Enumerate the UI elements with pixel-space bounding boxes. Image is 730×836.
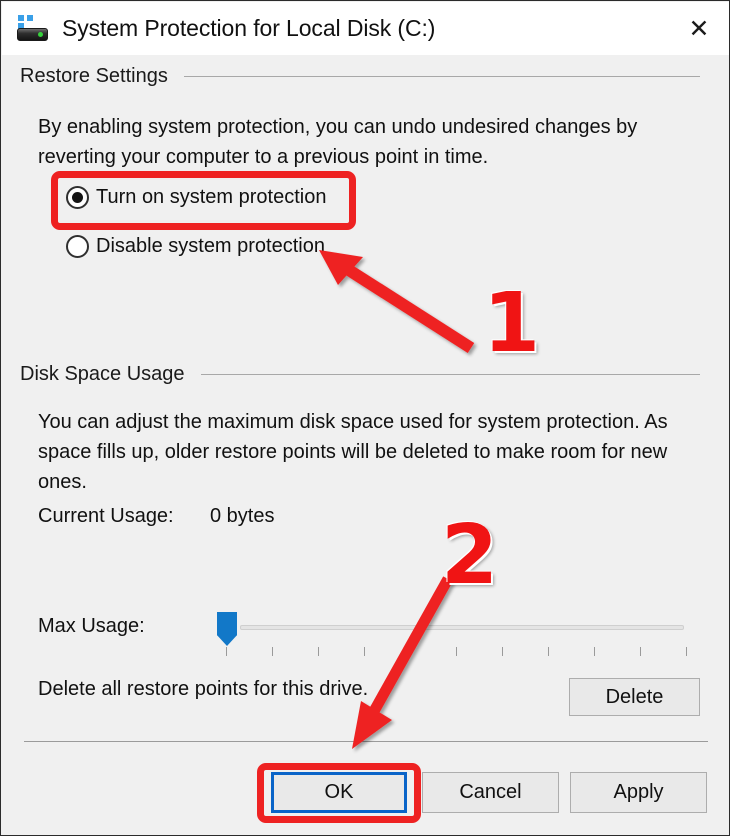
max-usage-slider-thumb[interactable] (217, 612, 237, 646)
cancel-button[interactable]: Cancel (422, 772, 559, 813)
group-rule (183, 76, 700, 77)
group-rule (200, 374, 700, 375)
disk-space-usage-group-header: Disk Space Usage (20, 363, 700, 386)
max-usage-slider-track[interactable] (240, 625, 684, 630)
ok-button[interactable]: OK (271, 772, 407, 813)
system-protection-dialog: System Protection for Local Disk (C:) ✕ … (0, 0, 730, 836)
slider-tick (686, 647, 687, 656)
radio-label-turn-on: Turn on system protection (96, 186, 327, 208)
disk-space-usage-title: Disk Space Usage (20, 363, 185, 385)
delete-restore-points-text: Delete all restore points for this drive… (38, 678, 369, 700)
slider-tick (364, 647, 365, 656)
restore-settings-title: Restore Settings (20, 65, 168, 87)
slider-tick (640, 647, 641, 656)
delete-button[interactable]: Delete (569, 678, 700, 716)
restore-settings-group-header: Restore Settings (20, 65, 700, 88)
slider-tick (502, 647, 503, 656)
apply-button[interactable]: Apply (570, 772, 707, 813)
radio-disable-system-protection[interactable]: Disable system protection (66, 235, 325, 258)
slider-tick (594, 647, 595, 656)
radio-turn-on-system-protection[interactable]: Turn on system protection (66, 186, 326, 209)
max-usage-label: Max Usage: (38, 615, 145, 637)
disk-space-usage-description: You can adjust the maximum disk space us… (38, 411, 668, 493)
radio-indicator-off (66, 235, 89, 258)
footer-divider (24, 741, 708, 742)
dialog-content: Restore Settings By enabling system prot… (2, 55, 729, 835)
slider-tick (410, 647, 411, 656)
slider-tick (318, 647, 319, 656)
slider-tick (456, 647, 457, 656)
slider-tick (548, 647, 549, 656)
slider-tick (226, 647, 227, 656)
system-protection-disk-icon (16, 14, 50, 44)
close-glyph: ✕ (688, 14, 710, 43)
restore-settings-description: By enabling system protection, you can u… (38, 116, 638, 168)
current-usage-label: Current Usage: (38, 505, 174, 527)
current-usage-value: 0 bytes (210, 505, 275, 527)
radio-indicator-on (66, 186, 89, 209)
title-bar: System Protection for Local Disk (C:) ✕ (2, 2, 729, 55)
close-icon[interactable]: ✕ (668, 2, 729, 55)
window-title: System Protection for Local Disk (C:) (62, 15, 436, 41)
radio-label-disable: Disable system protection (96, 235, 325, 257)
slider-tick (272, 647, 273, 656)
